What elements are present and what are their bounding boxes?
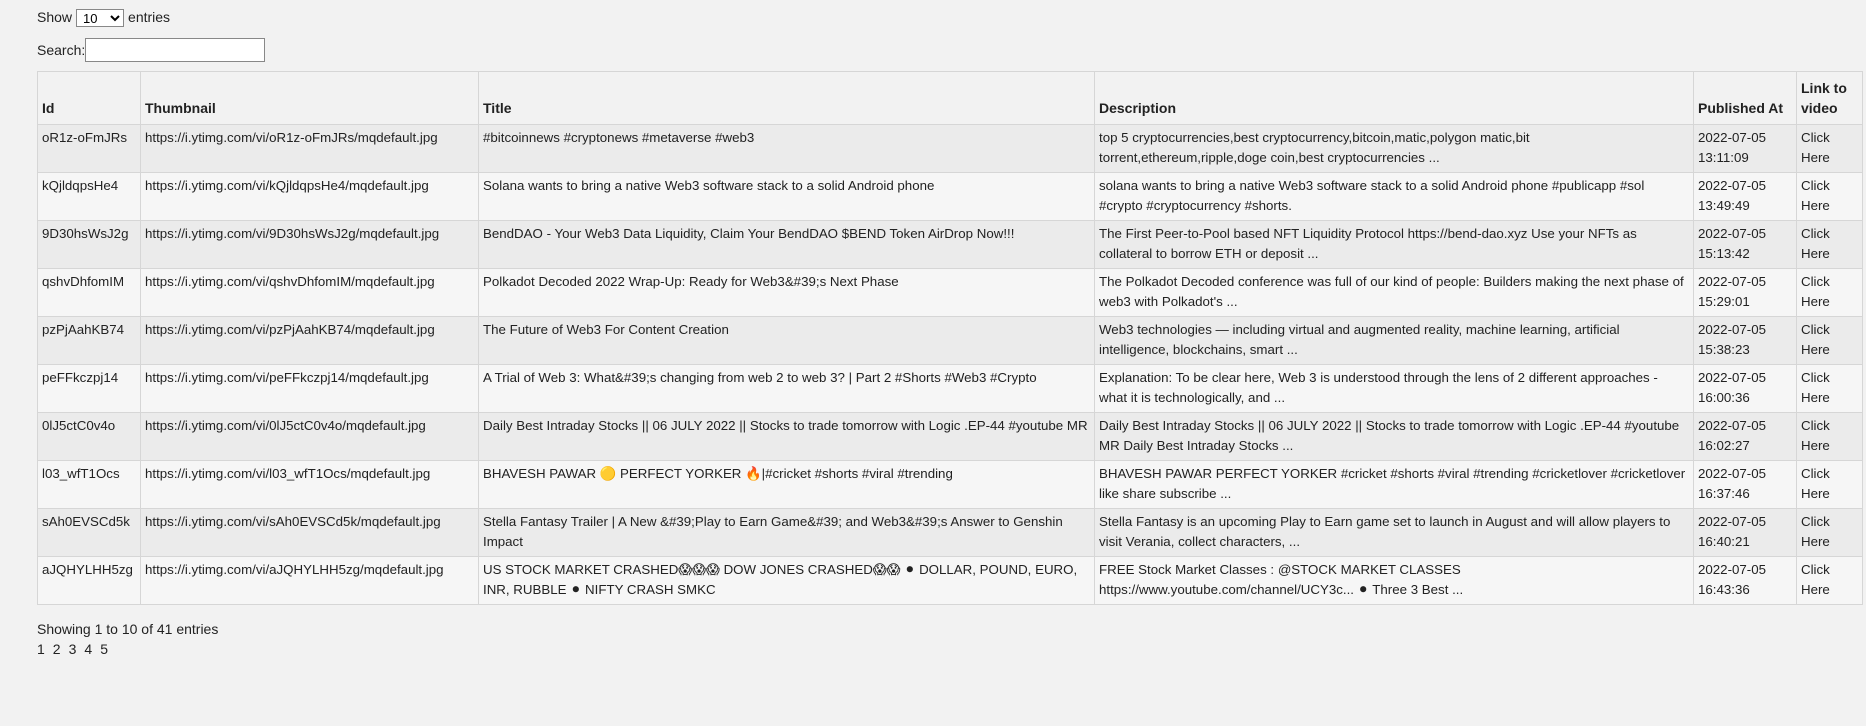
cell-title: Daily Best Intraday Stocks || 06 JULY 20…: [478, 412, 1095, 461]
table-row: pzPjAahKB74 https://i.ytimg.com/vi/pzPjAa…: [37, 316, 1863, 365]
cell-title: The Future of Web3 For Content Creation: [478, 316, 1095, 365]
cell-id: sAh0EVSCd5k: [37, 508, 141, 557]
datatable-wrapper: Show 102550100 entries Search: Id Thumbn…: [0, 0, 1866, 659]
cell-description: Explanation: To be clear here, Web 3 is …: [1094, 364, 1694, 413]
cell-link[interactable]: Click Here: [1796, 268, 1863, 317]
cell-published-at: 2022-07-05 13:11:09: [1693, 124, 1797, 173]
cell-published-at: 2022-07-05 16:40:21: [1693, 508, 1797, 557]
page-link-3[interactable]: 3: [69, 639, 77, 659]
cell-thumbnail: https://i.ytimg.com/vi/qshvDhfomIM/mqdef…: [140, 268, 479, 317]
page-link-2[interactable]: 2: [53, 639, 61, 659]
table-row: 9D30hsWsJ2g https://i.ytimg.com/vi/9D30hs…: [37, 220, 1863, 269]
cell-description: FREE Stock Market Classes : @STOCK MARKE…: [1094, 556, 1694, 605]
page-link-1[interactable]: 1: [37, 639, 45, 659]
search-label: Search:: [37, 42, 86, 58]
cell-link[interactable]: Click Here: [1796, 316, 1863, 365]
cell-published-at: 2022-07-05 16:37:46: [1693, 460, 1797, 509]
cell-thumbnail: https://i.ytimg.com/vi/0lJ5ctC0v4o/mqdef…: [140, 412, 479, 461]
cell-link[interactable]: Click Here: [1796, 172, 1863, 221]
cell-thumbnail: https://i.ytimg.com/vi/oR1z-oFmJRs/mqdef…: [140, 124, 479, 173]
cell-title: BendDAO - Your Web3 Data Liquidity, Clai…: [478, 220, 1095, 269]
cell-published-at: 2022-07-05 16:02:27: [1693, 412, 1797, 461]
cell-thumbnail: https://i.ytimg.com/vi/sAh0EVSCd5k/mqdef…: [140, 508, 479, 557]
table-row: peFFkczpj14 https://i.ytimg.com/vi/peFFkc…: [37, 364, 1863, 413]
cell-published-at: 2022-07-05 13:49:49: [1693, 172, 1797, 221]
cell-description: Web3 technologies — including virtual an…: [1094, 316, 1694, 365]
cell-id: peFFkczpj14: [37, 364, 141, 413]
cell-title: BHAVESH PAWAR 🟡 PERFECT YORKER 🔥|#cricke…: [478, 460, 1095, 509]
table-row: oR1z-oFmJRs https://i.ytimg.com/vi/oR1z-o…: [37, 124, 1863, 173]
cell-id: kQjldqpsHe4: [37, 172, 141, 221]
column-header-title[interactable]: Title: [478, 71, 1095, 125]
cell-title: A Trial of Web 3: What&#39;s changing fr…: [478, 364, 1095, 413]
table-row: sAh0EVSCd5k https://i.ytimg.com/vi/sAh0EV…: [37, 508, 1863, 557]
cell-thumbnail: https://i.ytimg.com/vi/aJQHYLHH5zg/mqdef…: [140, 556, 479, 605]
cell-description: solana wants to bring a native Web3 soft…: [1094, 172, 1694, 221]
entries-label: entries: [128, 9, 171, 25]
videos-table: Id Thumbnail Title Description Published…: [37, 71, 1863, 605]
entries-per-page-select[interactable]: 102550100: [76, 8, 125, 27]
cell-published-at: 2022-07-05 15:13:42: [1693, 220, 1797, 269]
cell-title: Solana wants to bring a native Web3 soft…: [478, 172, 1095, 221]
cell-description: Daily Best Intraday Stocks || 06 JULY 20…: [1094, 412, 1694, 461]
table-row: kQjldqpsHe4 https://i.ytimg.com/vi/kQjldq…: [37, 172, 1863, 221]
cell-thumbnail: https://i.ytimg.com/vi/pzPjAahKB74/mqdef…: [140, 316, 479, 365]
cell-link[interactable]: Click Here: [1796, 220, 1863, 269]
table-row: qshvDhfomIM https://i.ytimg.com/vi/qshvDh…: [37, 268, 1863, 317]
column-header-link[interactable]: Link to video: [1796, 71, 1863, 125]
cell-id: qshvDhfomIM: [37, 268, 141, 317]
column-header-description[interactable]: Description: [1094, 71, 1694, 125]
cell-link[interactable]: Click Here: [1796, 508, 1863, 557]
page-link-5[interactable]: 5: [100, 639, 108, 659]
cell-link[interactable]: Click Here: [1796, 364, 1863, 413]
cell-id: aJQHYLHH5zg: [37, 556, 141, 605]
cell-id: pzPjAahKB74: [37, 316, 141, 365]
table-header-row: Id Thumbnail Title Description Published…: [37, 71, 1863, 125]
table-info: Showing 1 to 10 of 41 entries: [37, 621, 219, 637]
cell-description: The First Peer-to-Pool based NFT Liquidi…: [1094, 220, 1694, 269]
cell-id: 0lJ5ctC0v4o: [37, 412, 141, 461]
cell-title: Polkadot Decoded 2022 Wrap-Up: Ready for…: [478, 268, 1095, 317]
search-control: Search:: [37, 37, 1866, 63]
cell-thumbnail: https://i.ytimg.com/vi/peFFkczpj14/mqdef…: [140, 364, 479, 413]
cell-link[interactable]: Click Here: [1796, 412, 1863, 461]
cell-description: top 5 cryptocurrencies,best cryptocurren…: [1094, 124, 1694, 173]
cell-link[interactable]: Click Here: [1796, 124, 1863, 173]
table-row: aJQHYLHH5zg https://i.ytimg.com/vi/aJQHYL…: [37, 556, 1863, 605]
cell-description: BHAVESH PAWAR PERFECT YORKER #cricket #s…: [1094, 460, 1694, 509]
show-label: Show: [37, 9, 73, 25]
cell-link[interactable]: Click Here: [1796, 556, 1863, 605]
cell-published-at: 2022-07-05 16:43:36: [1693, 556, 1797, 605]
cell-description: The Polkadot Decoded conference was full…: [1094, 268, 1694, 317]
cell-description: Stella Fantasy is an upcoming Play to Ea…: [1094, 508, 1694, 557]
column-header-id[interactable]: Id: [37, 71, 141, 125]
column-header-published-at[interactable]: Published At: [1693, 71, 1797, 125]
cell-title: Stella Fantasy Trailer | A New &#39;Play…: [478, 508, 1095, 557]
cell-id: l03_wfT1Ocs: [37, 460, 141, 509]
cell-id: oR1z-oFmJRs: [37, 124, 141, 173]
table-row: 0lJ5ctC0v4o https://i.ytimg.com/vi/0lJ5ct…: [37, 412, 1863, 461]
cell-thumbnail: https://i.ytimg.com/vi/9D30hsWsJ2g/mqdef…: [140, 220, 479, 269]
pagination: 12345: [37, 639, 1866, 659]
cell-title: US STOCK MARKET CRASHED😱😱😱 DOW JONES CRA…: [478, 556, 1095, 605]
cell-thumbnail: https://i.ytimg.com/vi/l03_wfT1Ocs/mqdef…: [140, 460, 479, 509]
cell-link[interactable]: Click Here: [1796, 460, 1863, 509]
table-row: l03_wfT1Ocs https://i.ytimg.com/vi/l03_wf…: [37, 460, 1863, 509]
cell-id: 9D30hsWsJ2g: [37, 220, 141, 269]
cell-published-at: 2022-07-05 15:38:23: [1693, 316, 1797, 365]
cell-thumbnail: https://i.ytimg.com/vi/kQjldqpsHe4/mqdef…: [140, 172, 479, 221]
column-header-thumbnail[interactable]: Thumbnail: [140, 71, 479, 125]
cell-title: #bitcoinnews #cryptonews #metaverse #web…: [478, 124, 1095, 173]
cell-published-at: 2022-07-05 16:00:36: [1693, 364, 1797, 413]
page-link-4[interactable]: 4: [84, 639, 92, 659]
length-control: Show 102550100 entries: [37, 8, 1866, 27]
cell-published-at: 2022-07-05 15:29:01: [1693, 268, 1797, 317]
search-input[interactable]: [85, 38, 266, 62]
